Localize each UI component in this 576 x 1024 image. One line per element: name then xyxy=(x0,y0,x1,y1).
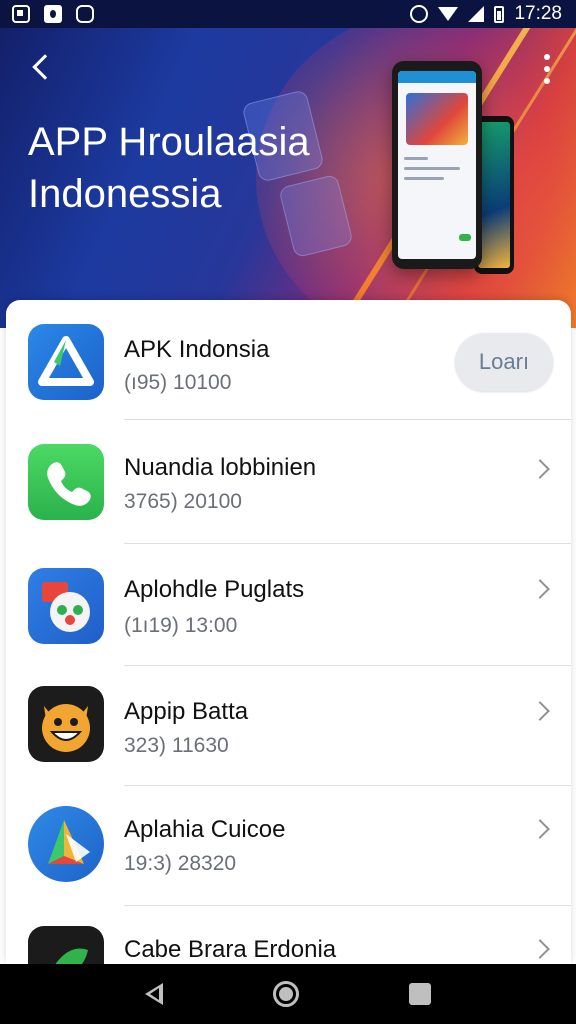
signal-icon xyxy=(468,6,485,22)
app-name: APK Indonsia xyxy=(124,336,270,363)
app-meta: 19:3) 28320 xyxy=(124,852,237,875)
nav-back-icon[interactable] xyxy=(145,983,163,1005)
app-name: Cabe Brara Erdonia xyxy=(124,936,337,963)
app-name: Aplahia Cuicoe xyxy=(124,816,286,843)
chevron-right-icon[interactable] xyxy=(530,939,550,959)
app-name: Nuandia lobbinien xyxy=(124,454,317,481)
alarm-icon xyxy=(410,5,429,23)
hero-banner: APP Hroulaasia Indonessia xyxy=(0,28,576,328)
page-title: APP Hroulaasia Indonessia xyxy=(28,120,310,216)
cartoon-face-icon xyxy=(28,568,104,644)
chevron-right-icon[interactable] xyxy=(530,819,550,839)
system-nav-bar xyxy=(0,964,576,1024)
list-item[interactable]: Cabe Brara Erdonia xyxy=(6,906,571,964)
list-item[interactable]: Appip Batta 323) 11630 xyxy=(6,666,571,786)
app-meta: (ı95) 10100 xyxy=(124,371,232,394)
nav-home-icon[interactable] xyxy=(273,981,299,1007)
green-leaf-icon xyxy=(28,926,104,964)
system-icons: 17:28 xyxy=(410,3,562,25)
list-item[interactable]: Aplahia Cuicoe 19:3) 28320 xyxy=(6,786,571,906)
app-triangle-icon xyxy=(28,324,104,400)
load-button[interactable]: Loarı xyxy=(455,333,553,391)
list-item[interactable]: Aplohdle Puglats (1ı19) 13:00 xyxy=(6,546,571,666)
app-name: Aplohdle Puglats xyxy=(124,576,305,603)
back-button[interactable] xyxy=(28,50,58,86)
chevron-right-icon[interactable] xyxy=(530,701,550,721)
phone-illustration xyxy=(392,61,482,269)
app-name: Appip Batta xyxy=(124,698,249,725)
app-list-card: APK Indonsia (ı95) 10100 Loarı Nuandia l… xyxy=(6,300,571,964)
status-time: 17:28 xyxy=(514,3,562,24)
chat-notification-icon xyxy=(76,5,94,23)
chevron-right-icon[interactable] xyxy=(530,579,550,599)
monster-face-icon xyxy=(28,686,104,762)
nav-recents-icon[interactable] xyxy=(409,983,431,1005)
app-screen: 17:28 APP Hroulaasia Indonessia APK Indo… xyxy=(0,0,576,1024)
notification-icons xyxy=(12,5,94,23)
app-meta: 323) 11630 xyxy=(124,734,229,757)
chevron-right-icon[interactable] xyxy=(530,459,550,479)
app-meta: (1ı19) 13:00 xyxy=(124,614,238,637)
phone-call-icon xyxy=(28,444,104,520)
app-meta: 3765) 20100 xyxy=(124,490,242,513)
wifi-icon xyxy=(438,7,459,21)
colorful-triangle-icon xyxy=(28,806,104,882)
list-item[interactable]: Nuandia lobbinien 3765) 20100 xyxy=(6,424,571,544)
more-options-icon[interactable] xyxy=(542,54,552,84)
app-notification-icon xyxy=(44,5,62,23)
list-item[interactable]: APK Indonsia (ı95) 10100 Loarı xyxy=(6,300,571,420)
status-bar: 17:28 xyxy=(0,0,576,28)
gallery-notification-icon xyxy=(12,5,30,23)
battery-icon xyxy=(494,5,505,23)
